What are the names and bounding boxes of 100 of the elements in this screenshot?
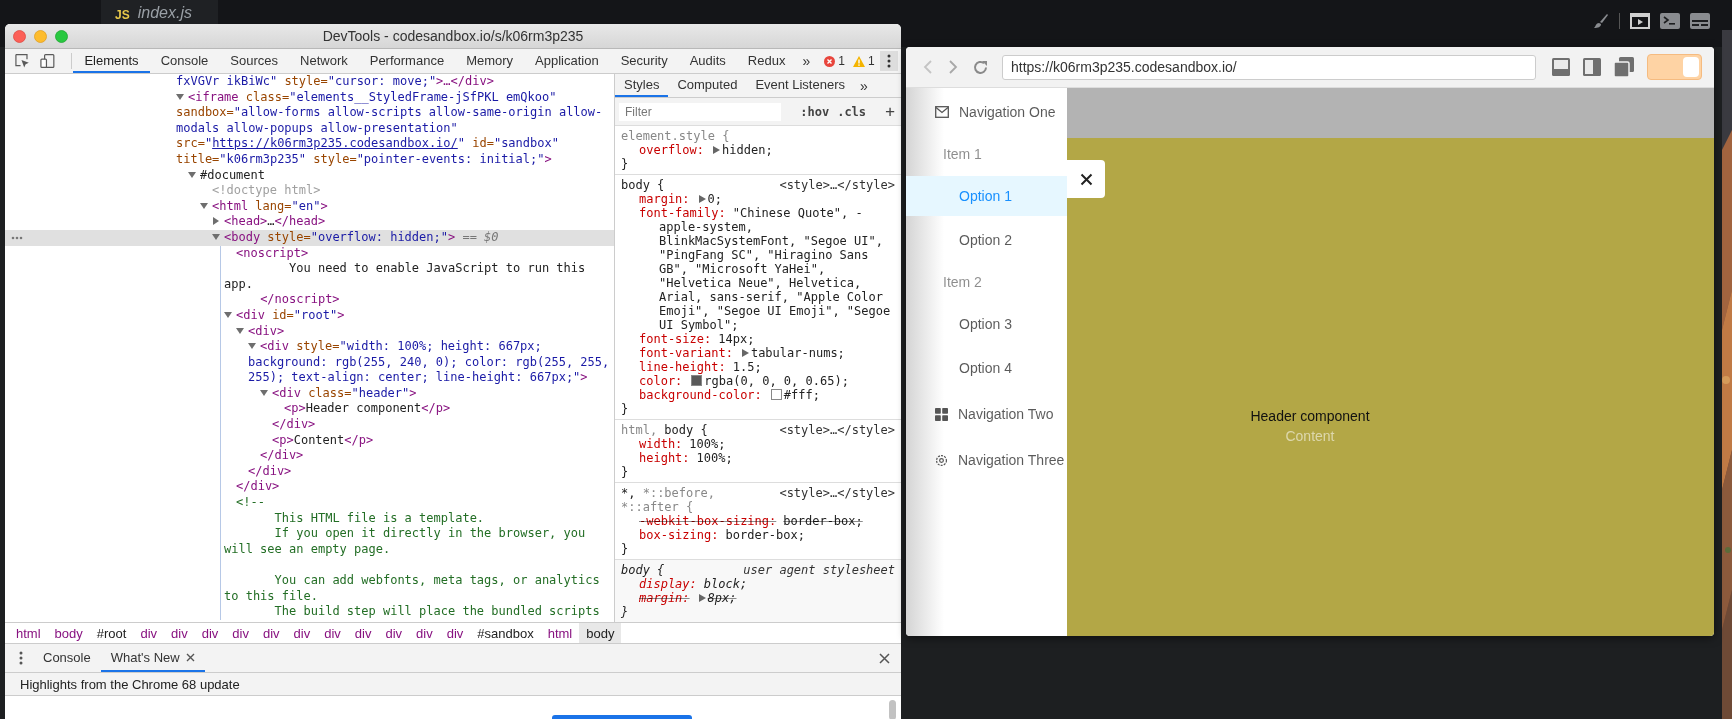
dom-node[interactable]: <noscript> You need to enable JavaScript to run this app. </noscript>	[5, 245, 614, 308]
dom-node[interactable]: <div style="width: 100%; height: 667px; background: rgb(255, 240, 0); color: rgb(255, 255, 255); text-align: center; line-height: 667px;">	[5, 339, 614, 386]
breadcrumb[interactable]: div	[409, 623, 440, 643]
css-declaration[interactable]: color: rgba(0, 0, 0, 0.65);	[621, 374, 895, 388]
panel-tab[interactable]: Console	[149, 49, 220, 73]
dom-node[interactable]: <p>Content</p>	[5, 432, 614, 449]
breadcrumb[interactable]: div	[347, 623, 379, 643]
breadcrumb[interactable]: div	[286, 623, 318, 643]
ellipsis-icon[interactable]	[11, 235, 23, 240]
breadcrumb[interactable]: html	[540, 623, 580, 643]
breadcrumb[interactable]: html	[9, 623, 48, 643]
close-icon[interactable]	[185, 652, 195, 662]
dom-node[interactable]: fxVGVr ikBiWc" style="cursor: move;">…</div>	[5, 74, 614, 90]
panel-tab[interactable]: Security	[609, 49, 679, 73]
menu-icon[interactable]	[19, 651, 23, 665]
preview-window-icon[interactable]	[1630, 12, 1650, 29]
css-declaration[interactable]: line-height: 1.5;	[621, 360, 895, 374]
scrollbar[interactable]	[889, 700, 896, 719]
menu-item[interactable]: Navigation One	[906, 90, 1067, 134]
expand-arrow-icon[interactable]	[248, 342, 256, 351]
dom-node[interactable]: <div id="root">	[5, 307, 614, 324]
kebab-icon[interactable]	[886, 54, 891, 68]
style-source-link[interactable]: <style>…</style>	[779, 486, 895, 500]
close-icon[interactable]	[1079, 172, 1093, 186]
style-source-link[interactable]: <style>…</style>	[779, 423, 895, 437]
expand-arrow-icon[interactable]	[176, 92, 184, 101]
expand-arrow-icon[interactable]	[188, 170, 196, 179]
file-tab[interactable]: JS index.js	[101, 0, 218, 24]
bottom-panel-icon[interactable]	[1552, 58, 1570, 76]
dom-node[interactable]: <div>	[5, 323, 614, 340]
windows-icon[interactable]	[1614, 57, 1634, 77]
breadcrumb[interactable]: div	[378, 623, 410, 643]
url-field[interactable]: https://k06rm3p235.codesandbox.io/	[1002, 54, 1536, 80]
dom-node[interactable]: <p>Header component</p>	[5, 401, 614, 418]
dom-node[interactable]: <html lang="en">	[5, 198, 614, 215]
breadcrumb[interactable]: div	[225, 623, 256, 643]
filter-field[interactable]: Filter	[619, 102, 781, 121]
breadcrumb[interactable]: #sandbox	[470, 623, 541, 643]
breadcrumb[interactable]: body	[579, 623, 622, 643]
expand-arrow-icon[interactable]	[200, 201, 208, 210]
menu-option[interactable]: Option 3	[906, 304, 1067, 344]
drawer-tab[interactable]: Console	[33, 644, 101, 672]
breadcrumb[interactable]: div	[317, 623, 348, 643]
expand-arrow-icon[interactable]	[224, 310, 232, 319]
breadcrumb[interactable]: div	[164, 623, 195, 643]
css-declaration[interactable]: margin: 0;	[621, 192, 895, 206]
dom-node[interactable]: <head>…</head>	[5, 214, 614, 230]
expand-arrow-icon[interactable]	[236, 326, 244, 335]
panel-tab[interactable]: Elements	[73, 49, 150, 73]
panel-tab[interactable]: Network	[289, 49, 359, 73]
expand-arrow-icon[interactable]	[212, 232, 220, 241]
breadcrumb[interactable]: div	[194, 623, 226, 643]
close-button[interactable]	[1067, 160, 1105, 198]
menu-option[interactable]: Option 2	[906, 220, 1067, 260]
panel-tab[interactable]: Sources	[219, 49, 290, 73]
breadcrumb[interactable]: body	[47, 623, 90, 643]
panel-tab[interactable]: Memory	[455, 49, 525, 73]
sidebar-tab[interactable]: Event Listeners	[746, 74, 854, 97]
dom-node[interactable]: </div>	[5, 417, 614, 433]
hover-state-button[interactable]: :hov	[800, 104, 830, 119]
new-rule-button[interactable]: +	[885, 104, 895, 119]
more-menu-button[interactable]	[879, 51, 898, 71]
panel-tab[interactable]: Application	[524, 49, 610, 73]
breadcrumb[interactable]: div	[133, 623, 165, 643]
style-source-link[interactable]: user agent stylesheet	[743, 563, 895, 577]
reload-icon[interactable]	[972, 58, 989, 76]
dom-node[interactable]: </div>	[5, 479, 614, 496]
expand-arrow-icon[interactable]	[212, 217, 220, 226]
layout-icon[interactable]	[1690, 12, 1710, 29]
more-tabs-button[interactable]: »	[854, 74, 874, 97]
menu-item[interactable]: Navigation Three	[906, 438, 1067, 482]
close-icon[interactable]	[879, 652, 890, 664]
toggle-switch[interactable]	[1647, 54, 1702, 80]
panel-tab[interactable]: Redux	[736, 49, 797, 73]
device-icon[interactable]	[39, 53, 55, 69]
color-swatch[interactable]	[691, 375, 703, 386]
sidebar-tab[interactable]: Computed	[668, 74, 747, 97]
dom-node[interactable]: <iframe class="elements__StyledFrame-jSfPKL emQkoo" sandbox="allow-forms allow-scripts allow-same-origin allow-modals allow-popups allow-presentation" src="https://k06rm3p235.codesandbox.io/" id="sandbox" title="k06rm3p235" style="pointer-events: initial;">	[5, 89, 614, 168]
terminal-icon[interactable]	[1660, 12, 1680, 29]
expand-arrow-icon[interactable]	[260, 388, 268, 397]
css-declaration[interactable]: font-size: 14px;	[621, 332, 895, 346]
panel-tab[interactable]: Performance	[358, 49, 456, 73]
css-declaration[interactable]: -webkit-box-sizing: border-box;	[621, 514, 895, 528]
expand-arrow-icon[interactable]	[698, 195, 706, 203]
dom-node[interactable]: <!-- This HTML file is a template. If you open it directly in the browser, you will see an empty page. You can add webfonts, meta tags, or analytics to this file. The build step will place the bundled scripts	[5, 495, 614, 620]
css-declaration[interactable]: font-family: "Chinese Quote", -apple-system, BlinkMacSystemFont, "Segoe UI", "PingFang SC", "Hiragino Sans GB", "Microsoft YaHei", "Helvetica Neue", Helvetica, Arial, sans-serif, "Apple Color Emoji", "Segoe UI Emoji", "Segoe UI Symbol";	[621, 206, 895, 332]
panel-tab[interactable]: Audits	[678, 49, 737, 73]
breadcrumb[interactable]: div	[439, 623, 471, 643]
expand-arrow-icon[interactable]	[741, 349, 749, 357]
style-source-link[interactable]: <style>…</style>	[779, 178, 895, 192]
breadcrumb[interactable]: #root	[89, 623, 134, 643]
css-declaration[interactable]: font-variant: tabular-nums;	[621, 346, 895, 360]
dom-node[interactable]: <body style="overflow: hidden;"> == $0	[5, 229, 614, 246]
expand-arrow-icon[interactable]	[698, 594, 706, 602]
css-declaration[interactable]: overflow: hidden;	[621, 143, 895, 157]
css-declaration[interactable]: box-sizing: border-box;	[621, 528, 895, 542]
dom-node[interactable]: </div>	[5, 463, 614, 480]
expand-arrow-icon[interactable]	[713, 146, 721, 154]
dom-node[interactable]: </div>	[5, 448, 614, 464]
brush-icon[interactable]	[1593, 12, 1609, 29]
